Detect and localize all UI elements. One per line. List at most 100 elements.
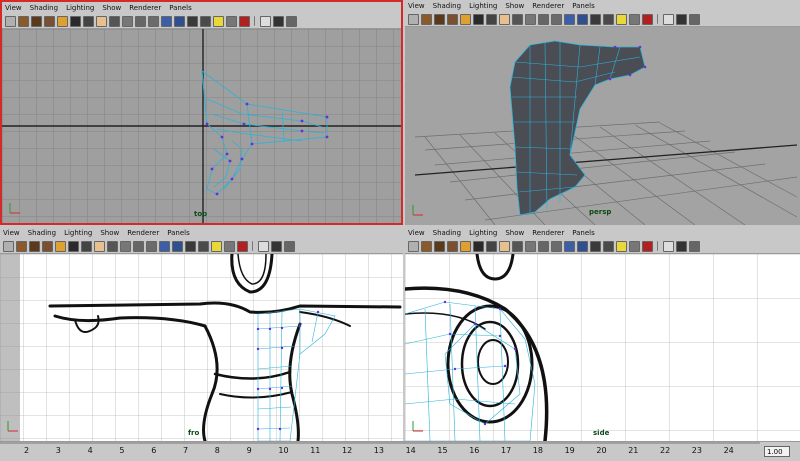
- field-chart-icon[interactable]: [107, 240, 118, 252]
- select-camera-icon[interactable]: [3, 240, 14, 252]
- safe-action-icon[interactable]: [525, 13, 536, 25]
- shadows-icon[interactable]: [239, 15, 250, 27]
- field-chart-icon[interactable]: [512, 240, 523, 252]
- menu-renderer[interactable]: Renderer: [127, 229, 159, 237]
- smooth-shade-icon[interactable]: [161, 15, 172, 27]
- grid-toggle-icon[interactable]: [460, 13, 471, 25]
- menu-view[interactable]: View: [5, 4, 22, 12]
- flat-shade-icon[interactable]: [577, 240, 588, 252]
- xray-icon[interactable]: [663, 13, 674, 25]
- smooth-shade-icon[interactable]: [159, 240, 170, 252]
- shadows-icon[interactable]: [642, 240, 653, 252]
- resolution-gate-icon[interactable]: [83, 15, 94, 27]
- safe-action-icon[interactable]: [120, 240, 131, 252]
- grid-toggle-icon[interactable]: [57, 15, 68, 27]
- viewport-side[interactable]: View Shading Lighting Show Renderer Pane…: [405, 227, 800, 441]
- gate-mask-icon[interactable]: [499, 13, 510, 25]
- bookmark-icon[interactable]: [31, 15, 42, 27]
- menu-shading[interactable]: Shading: [30, 4, 58, 12]
- grid-toggle-icon[interactable]: [460, 240, 471, 252]
- menu-panels[interactable]: Panels: [167, 229, 190, 237]
- wireframe-icon[interactable]: [551, 13, 562, 25]
- lights-icon[interactable]: [616, 240, 627, 252]
- smooth-shade-icon[interactable]: [564, 240, 575, 252]
- select-camera-icon[interactable]: [408, 240, 419, 252]
- menu-renderer[interactable]: Renderer: [532, 2, 564, 10]
- camera-attributes-icon[interactable]: [18, 15, 29, 27]
- viewport-front[interactable]: View Shading Lighting Show Renderer Pane…: [0, 227, 403, 441]
- menu-lighting[interactable]: Lighting: [469, 2, 497, 10]
- smooth-shade-icon[interactable]: [564, 13, 575, 25]
- points-icon[interactable]: [200, 15, 211, 27]
- menu-shading[interactable]: Shading: [433, 2, 461, 10]
- hud-icon[interactable]: [689, 13, 700, 25]
- safe-title-icon[interactable]: [133, 240, 144, 252]
- viewport-persp[interactable]: View Shading Lighting Show Renderer Pane…: [405, 0, 800, 225]
- menu-show[interactable]: Show: [100, 229, 119, 237]
- gate-mask-icon[interactable]: [499, 240, 510, 252]
- menu-lighting[interactable]: Lighting: [66, 4, 94, 12]
- shadows-icon[interactable]: [237, 240, 248, 252]
- hud-icon[interactable]: [689, 240, 700, 252]
- safe-action-icon[interactable]: [122, 15, 133, 27]
- wireframe-icon[interactable]: [551, 240, 562, 252]
- menu-show[interactable]: Show: [102, 4, 121, 12]
- resolution-gate-icon[interactable]: [81, 240, 92, 252]
- menu-lighting[interactable]: Lighting: [469, 229, 497, 237]
- image-plane-icon[interactable]: [447, 240, 458, 252]
- menu-shading[interactable]: Shading: [433, 229, 461, 237]
- wireframe-icon[interactable]: [146, 240, 157, 252]
- lights-icon[interactable]: [213, 15, 224, 27]
- bounding-box-icon[interactable]: [187, 15, 198, 27]
- menu-show[interactable]: Show: [505, 2, 524, 10]
- menu-view[interactable]: View: [408, 2, 425, 10]
- bounding-box-icon[interactable]: [590, 240, 601, 252]
- points-icon[interactable]: [603, 13, 614, 25]
- flat-shade-icon[interactable]: [577, 13, 588, 25]
- viewport-canvas[interactable]: fro: [0, 252, 403, 441]
- flat-shade-icon[interactable]: [172, 240, 183, 252]
- image-plane-icon[interactable]: [447, 13, 458, 25]
- camera-attributes-icon[interactable]: [421, 13, 432, 25]
- film-gate-icon[interactable]: [473, 240, 484, 252]
- menu-renderer[interactable]: Renderer: [532, 229, 564, 237]
- film-gate-icon[interactable]: [70, 15, 81, 27]
- safe-title-icon[interactable]: [538, 13, 549, 25]
- image-plane-icon[interactable]: [42, 240, 53, 252]
- camera-attributes-icon[interactable]: [421, 240, 432, 252]
- isolate-select-icon[interactable]: [273, 15, 284, 27]
- bounding-box-icon[interactable]: [590, 13, 601, 25]
- viewport-canvas[interactable]: side: [405, 252, 800, 441]
- select-camera-icon[interactable]: [408, 13, 419, 25]
- time-slider[interactable]: 2 3 4 5 6 7 8 9 10 11 12 13 14 15 16 17 18 19 20 21 22 23 24 1…: [0, 441, 800, 461]
- gate-mask-icon[interactable]: [94, 240, 105, 252]
- menu-panels[interactable]: Panels: [572, 229, 595, 237]
- shadows-icon[interactable]: [642, 13, 653, 25]
- lights-icon[interactable]: [211, 240, 222, 252]
- textures-icon[interactable]: [629, 13, 640, 25]
- film-gate-icon[interactable]: [473, 13, 484, 25]
- field-chart-icon[interactable]: [512, 13, 523, 25]
- current-frame-field[interactable]: 1.00: [764, 446, 790, 457]
- xray-icon[interactable]: [260, 15, 271, 27]
- grid-toggle-icon[interactable]: [55, 240, 66, 252]
- xray-icon[interactable]: [663, 240, 674, 252]
- textures-icon[interactable]: [224, 240, 235, 252]
- isolate-select-icon[interactable]: [271, 240, 282, 252]
- select-camera-icon[interactable]: [5, 15, 16, 27]
- resolution-gate-icon[interactable]: [486, 13, 497, 25]
- bookmark-icon[interactable]: [29, 240, 40, 252]
- lights-icon[interactable]: [616, 13, 627, 25]
- menu-panels[interactable]: Panels: [169, 4, 192, 12]
- viewport-canvas[interactable]: persp: [405, 27, 800, 225]
- wireframe-icon[interactable]: [148, 15, 159, 27]
- bookmark-icon[interactable]: [434, 240, 445, 252]
- isolate-select-icon[interactable]: [676, 13, 687, 25]
- menu-renderer[interactable]: Renderer: [129, 4, 161, 12]
- viewport-canvas[interactable]: top: [2, 29, 401, 223]
- isolate-select-icon[interactable]: [676, 240, 687, 252]
- menu-panels[interactable]: Panels: [572, 2, 595, 10]
- textures-icon[interactable]: [629, 240, 640, 252]
- viewport-top[interactable]: View Shading Lighting Show Renderer Pane…: [0, 0, 403, 225]
- menu-show[interactable]: Show: [505, 229, 524, 237]
